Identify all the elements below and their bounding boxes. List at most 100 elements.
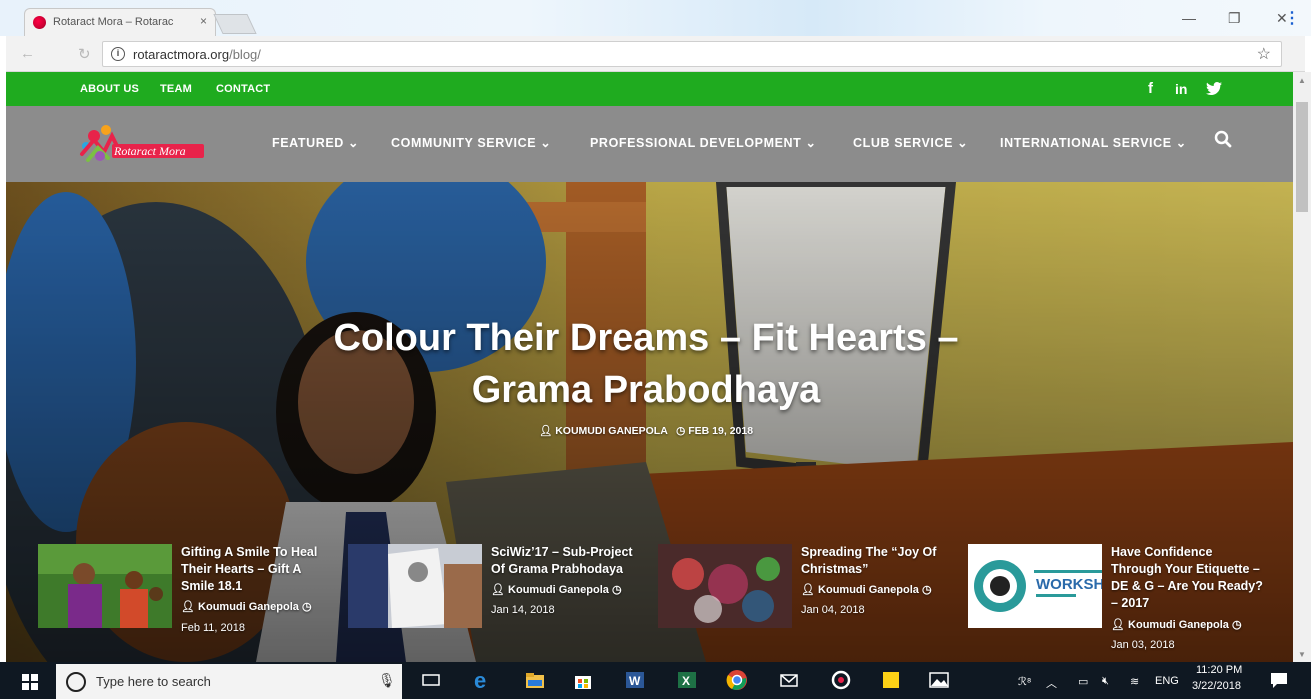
photos-icon[interactable] bbox=[928, 669, 950, 691]
back-arrow-icon[interactable]: ← bbox=[20, 45, 35, 62]
task-view-icon[interactable] bbox=[420, 669, 442, 691]
card-1-author-name: Koumudi Ganepola bbox=[198, 601, 299, 613]
hero-featured-post[interactable]: Colour Their Dreams – Fit Hearts – Grama… bbox=[6, 182, 1293, 662]
nav-professional-development-label: PROFESSIONAL DEVELOPMENT bbox=[590, 136, 802, 150]
tab-title: Rotaract Mora – Rotarac bbox=[53, 16, 174, 28]
nav-featured[interactable]: FEATURED ⌄ bbox=[272, 135, 359, 150]
topnav-team[interactable]: TEAM bbox=[160, 83, 192, 95]
card-4-date: Jan 03, 2018 bbox=[1111, 639, 1175, 651]
clock-icon: ◷ bbox=[676, 425, 686, 437]
new-tab-button[interactable] bbox=[213, 14, 257, 34]
page-scrollbar[interactable]: ▲ ▼ bbox=[1293, 72, 1311, 662]
chevron-down-icon: ⌄ bbox=[805, 136, 817, 150]
facebook-icon[interactable]: f bbox=[1148, 80, 1153, 97]
store-icon[interactable] bbox=[572, 669, 594, 691]
windows-start-icon[interactable] bbox=[22, 674, 38, 690]
windows-taskbar: Type here to search 🎙︎ e W X ℛ⁸ ︿ ▭ 🔇︎ ≋… bbox=[0, 662, 1311, 699]
microphone-icon[interactable]: 🎙︎ bbox=[378, 672, 396, 689]
tray-chevron-up-icon[interactable]: ︿ bbox=[1046, 675, 1057, 691]
linkedin-icon[interactable]: in bbox=[1175, 81, 1187, 97]
twitter-icon[interactable] bbox=[1206, 82, 1222, 95]
sticky-notes-icon[interactable] bbox=[880, 669, 902, 691]
card-2-author[interactable]: 👤︎ Koumudi Ganepola ◷ bbox=[491, 583, 622, 596]
main-navigation: Rotaract Mora FEATURED ⌄ COMMUNITY SERVI… bbox=[6, 106, 1293, 182]
search-icon[interactable] bbox=[1214, 130, 1232, 150]
card-4-title[interactable]: Have Confidence Through Your Etiquette –… bbox=[1111, 544, 1263, 612]
excel-icon[interactable]: X bbox=[676, 669, 698, 691]
battery-icon[interactable]: ▭ bbox=[1078, 675, 1088, 688]
address-bar[interactable]: i rotaractmora.org/blog/ ☆ bbox=[102, 41, 1282, 67]
site-logo[interactable]: Rotaract Mora bbox=[74, 118, 206, 170]
topnav-contact[interactable]: CONTACT bbox=[216, 83, 270, 95]
card-3-thumbnail[interactable] bbox=[658, 544, 792, 628]
user-icon: 👤︎ bbox=[538, 425, 553, 437]
browser-tab-active[interactable]: Rotaract Mora – Rotarac × bbox=[24, 8, 216, 36]
nav-club-service[interactable]: CLUB SERVICE ⌄ bbox=[853, 135, 968, 150]
url-text[interactable]: rotaractmora.org/blog/ bbox=[133, 47, 261, 62]
card-4-author[interactable]: 👤︎ Koumudi Ganepola ◷ bbox=[1111, 618, 1242, 631]
card-2-title[interactable]: SciWiz’17 – Sub-Project Of Grama Prabhod… bbox=[491, 544, 643, 578]
hero-author[interactable]: KOUMUDI GANEPOLA bbox=[555, 425, 667, 437]
chevron-down-icon: ⌄ bbox=[540, 136, 552, 150]
language-indicator[interactable]: ENG bbox=[1155, 675, 1179, 687]
svg-text:W: W bbox=[629, 674, 641, 688]
site-favicon-icon bbox=[33, 16, 46, 29]
browser-title-bar: Rotaract Mora – Rotarac × — ❐ ✕ bbox=[0, 0, 1311, 36]
app-icon-circle[interactable] bbox=[830, 669, 852, 691]
cortana-icon[interactable] bbox=[66, 672, 86, 692]
hero-title[interactable]: Colour Their Dreams – Fit Hearts – Grama… bbox=[286, 312, 1006, 416]
card-4-thumb-text: WORKSHO bbox=[1036, 576, 1102, 593]
url-host: rotaractmora.org bbox=[133, 47, 230, 62]
info-icon[interactable]: i bbox=[111, 47, 125, 61]
wifi-icon[interactable]: ≋ bbox=[1130, 675, 1139, 688]
clock-date[interactable]: 3/22/2018 bbox=[1192, 680, 1241, 692]
taskbar-search-placeholder: Type here to search bbox=[96, 674, 211, 689]
card-3-date: Jan 04, 2018 bbox=[801, 604, 865, 616]
scroll-up-arrow-icon[interactable]: ▲ bbox=[1298, 76, 1306, 85]
clock-icon: ◷ bbox=[1231, 619, 1242, 631]
card-3-author-name: Koumudi Ganepola bbox=[818, 584, 919, 596]
topnav-about-us[interactable]: ABOUT US bbox=[80, 83, 139, 95]
clock-time[interactable]: 11:20 PM bbox=[1196, 664, 1242, 676]
restore-icon[interactable]: ❐ bbox=[1228, 10, 1241, 27]
tab-close-icon[interactable]: × bbox=[200, 14, 207, 28]
card-1-title[interactable]: Gifting A Smile To Heal Their Hearts – G… bbox=[181, 544, 333, 595]
chrome-icon[interactable] bbox=[726, 669, 748, 691]
card-1-author[interactable]: 👤︎ Koumudi Ganepola ◷ bbox=[181, 600, 312, 613]
clock-icon: ◷ bbox=[921, 584, 932, 596]
nav-international-service-label: INTERNATIONAL SERVICE bbox=[1000, 136, 1172, 150]
volume-icon[interactable]: 🔇︎ bbox=[1102, 675, 1109, 688]
nav-professional-development[interactable]: PROFESSIONAL DEVELOPMENT ⌄ bbox=[590, 135, 817, 150]
mail-icon[interactable] bbox=[778, 669, 800, 691]
card-2-author-name: Koumudi Ganepola bbox=[508, 584, 609, 596]
card-4-thumbnail[interactable]: WORKSHO bbox=[968, 544, 1102, 628]
svg-text:e: e bbox=[474, 669, 486, 691]
browser-toolbar: ← ↻ i rotaractmora.org/blog/ ☆ bbox=[6, 36, 1305, 72]
nav-international-service[interactable]: INTERNATIONAL SERVICE ⌄ bbox=[1000, 135, 1187, 150]
notifications-icon[interactable] bbox=[1268, 669, 1290, 691]
nav-community-service[interactable]: COMMUNITY SERVICE ⌄ bbox=[391, 135, 551, 150]
clock-icon: ◷ bbox=[611, 584, 622, 596]
scroll-down-arrow-icon[interactable]: ▼ bbox=[1298, 650, 1306, 659]
word-icon[interactable]: W bbox=[624, 669, 646, 691]
bookmark-star-icon[interactable]: ☆ bbox=[1257, 44, 1271, 64]
reload-icon[interactable]: ↻ bbox=[78, 45, 91, 63]
taskbar-search-box[interactable]: Type here to search 🎙︎ bbox=[56, 664, 402, 699]
chevron-down-icon: ⌄ bbox=[957, 136, 969, 150]
card-3-title[interactable]: Spreading The “Joy Of Christmas” bbox=[801, 544, 953, 578]
hero-meta: 👤︎ KOUMUDI GANEPOLA ◷ FEB 19, 2018 bbox=[286, 424, 1006, 437]
browser-menu-icon[interactable]: ⋮ bbox=[1284, 8, 1300, 28]
edge-browser-icon[interactable]: e bbox=[472, 669, 494, 691]
people-icon[interactable]: ℛ⁸ bbox=[1018, 675, 1031, 688]
file-explorer-icon[interactable] bbox=[524, 669, 546, 691]
card-3-author[interactable]: 👤︎ Koumudi Ganepola ◷ bbox=[801, 583, 932, 596]
card-1-thumbnail[interactable] bbox=[38, 544, 172, 628]
minimize-icon[interactable]: — bbox=[1182, 10, 1196, 26]
card-2-thumbnail[interactable] bbox=[348, 544, 482, 628]
clock-icon: ◷ bbox=[301, 601, 312, 613]
scrollbar-thumb[interactable] bbox=[1296, 102, 1308, 212]
svg-text:X: X bbox=[682, 674, 690, 688]
url-path: /blog/ bbox=[229, 47, 261, 62]
hero-date: FEB 19, 2018 bbox=[688, 425, 754, 437]
chevron-down-icon: ⌄ bbox=[348, 136, 360, 150]
